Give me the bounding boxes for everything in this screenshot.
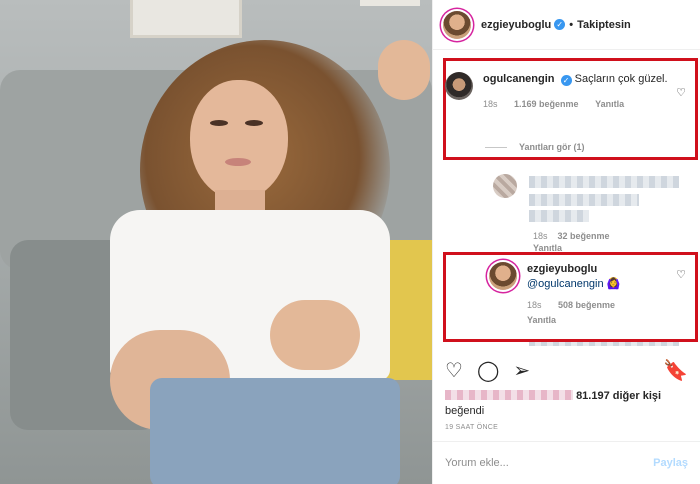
comment-meta: 18s 1.169 beğenme Yanıtla (483, 97, 686, 112)
hand (378, 40, 430, 100)
reply-button[interactable]: Yanıtla (527, 315, 556, 325)
wall-frame (360, 0, 420, 6)
commenter-username[interactable]: ogulcanengin (483, 73, 555, 85)
jeans (150, 378, 400, 484)
comment: ezgieyuboglu @ogulcanengin 🙆‍♀️ 18s 508 … (489, 262, 686, 328)
post-side-panel: ezgieyuboglu ✓ • Takiptesin ogulcanengin… (432, 0, 700, 484)
view-replies[interactable]: Yanıtları gör (1) (485, 142, 585, 152)
post-actions: ♡ ◯ ➢ (445, 358, 530, 383)
blurred-text (529, 342, 679, 346)
blurred-text (529, 210, 589, 222)
commenter-avatar[interactable] (445, 72, 473, 100)
comment-likes[interactable]: 32 beğenme (558, 231, 610, 241)
share-button[interactable]: Paylaş (653, 457, 688, 469)
hand (270, 300, 360, 370)
comment-likes[interactable]: 1.169 beğenme (514, 99, 579, 109)
mention-link[interactable]: @ogulcanengin (527, 278, 604, 290)
commenter-avatar[interactable] (489, 262, 517, 290)
comment-input[interactable] (445, 457, 625, 469)
following-label[interactable]: Takiptesin (577, 19, 631, 31)
verified-icon: ✓ (560, 75, 572, 86)
comment-meta: 18s 32 beğenme Yanıtla (533, 230, 610, 254)
reply-button[interactable]: Yanıtla (595, 99, 624, 109)
comment: ogulcanengin ✓ Saçların çok güzel. 18s 1… (445, 72, 686, 112)
heart-icon[interactable]: ♡ (676, 268, 686, 281)
likes-summary: 81.197 diğer kişi beğendi (445, 389, 661, 419)
blurred-liker (445, 390, 573, 400)
verified-icon: ✓ (554, 19, 566, 30)
blurred-avatar (493, 174, 517, 198)
likes-count[interactable]: 81.197 diğer kişi (576, 390, 661, 402)
comment-time: 18s (533, 231, 548, 241)
bookmark-icon[interactable]: 🔖 (663, 358, 688, 383)
blurred-text (529, 194, 639, 206)
heart-icon[interactable]: ♡ (676, 86, 686, 99)
likes-suffix: beğendi (445, 405, 485, 417)
eye (245, 120, 263, 126)
commenter-username[interactable]: ezgieyuboglu (527, 263, 597, 275)
post-header: ezgieyuboglu ✓ • Takiptesin (433, 0, 700, 50)
post-photo[interactable] (0, 0, 432, 484)
comment-text: Saçların çok güzel. (574, 73, 668, 85)
author-username[interactable]: ezgieyuboglu (481, 19, 551, 31)
face (190, 80, 288, 200)
author-avatar[interactable] (443, 10, 471, 39)
view-replies-label[interactable]: Yanıtları gör (1) (519, 142, 585, 152)
comment-time: 18s (483, 99, 498, 109)
comment-time: 18s (527, 300, 542, 310)
emoji: 🙆‍♀️ (606, 278, 621, 290)
comment-icon[interactable]: ◯ (477, 358, 499, 383)
share-icon[interactable]: ➢ (513, 358, 530, 383)
eye (210, 120, 228, 126)
blurred-text (529, 176, 679, 188)
heart-icon[interactable]: ♡ (445, 358, 463, 383)
separator: • (569, 18, 574, 31)
comment-likes[interactable]: 508 beğenme (558, 300, 615, 310)
comment-composer: Paylaş (433, 441, 700, 484)
replies-line (485, 146, 507, 148)
post-time: 19 SAAT ÖNCE (445, 424, 499, 431)
lips (225, 158, 251, 166)
wall-frame (130, 0, 242, 38)
comment-meta: 18s 508 beğenme Yanıtla (527, 298, 686, 328)
